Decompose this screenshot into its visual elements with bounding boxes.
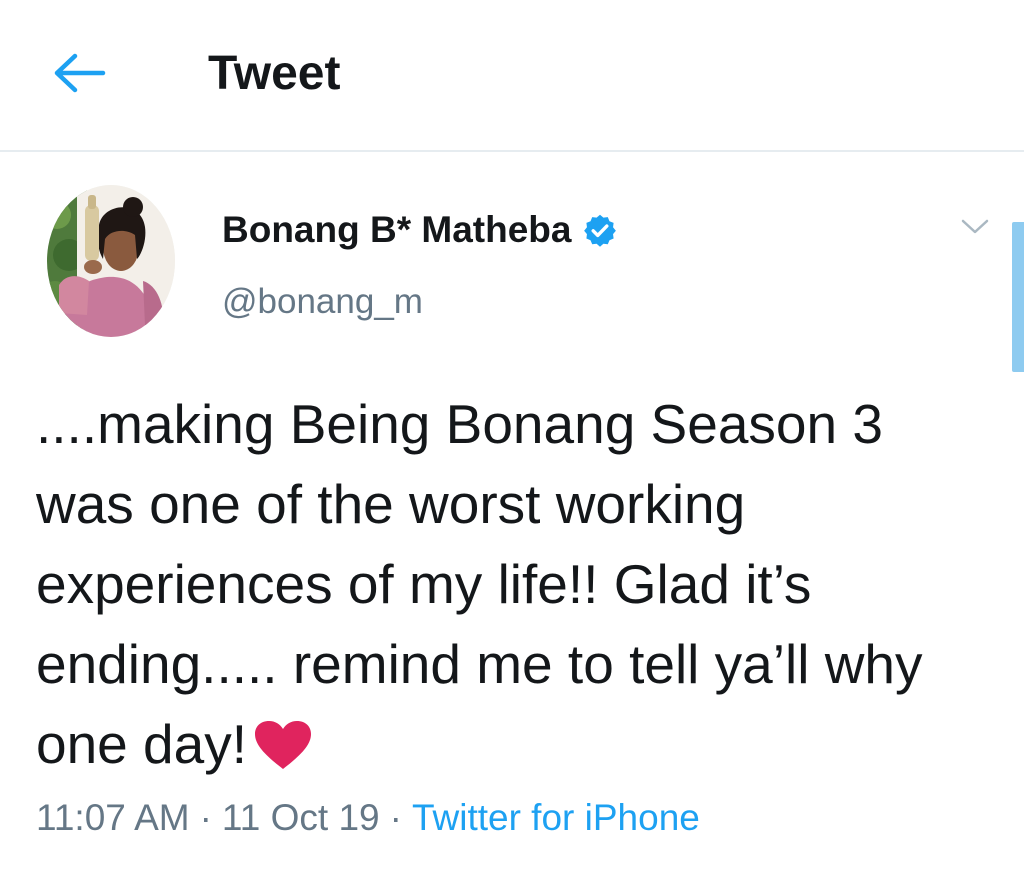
arrow-left-icon xyxy=(54,53,106,93)
scroll-indicator xyxy=(1012,222,1024,372)
verified-badge-icon xyxy=(584,214,617,247)
tweet-detail: Bonang B* Matheba @bonang_m ....making B… xyxy=(0,152,1024,878)
tweet-body: ....making Being Bonang Season 3 was one… xyxy=(36,393,923,775)
top-app-bar: Tweet xyxy=(0,0,1024,152)
chevron-down-icon xyxy=(961,219,989,234)
tweet-source-link[interactable]: Twitter for iPhone xyxy=(412,797,700,838)
display-name: Bonang B* Matheba xyxy=(222,209,572,250)
tweet-text: ....making Being Bonang Season 3 was one… xyxy=(36,384,976,784)
tweet-time: 11:07 AM xyxy=(36,797,190,838)
back-button[interactable] xyxy=(50,48,110,98)
avatar[interactable] xyxy=(47,185,175,337)
meta-separator: · xyxy=(389,797,402,838)
tweet-meta: 11:07 AM · 11 Oct 19 · Twitter for iPhone xyxy=(36,794,700,842)
profile-photo xyxy=(47,185,175,337)
user-handle[interactable]: @bonang_m xyxy=(222,280,423,324)
page-title: Tweet xyxy=(208,47,341,100)
tweet-menu-button[interactable] xyxy=(955,212,995,242)
author-name-row[interactable]: Bonang B* Matheba xyxy=(222,208,617,252)
heart-icon xyxy=(255,721,312,769)
meta-separator: · xyxy=(199,797,212,838)
tweet-date: 11 Oct 19 xyxy=(221,797,380,838)
